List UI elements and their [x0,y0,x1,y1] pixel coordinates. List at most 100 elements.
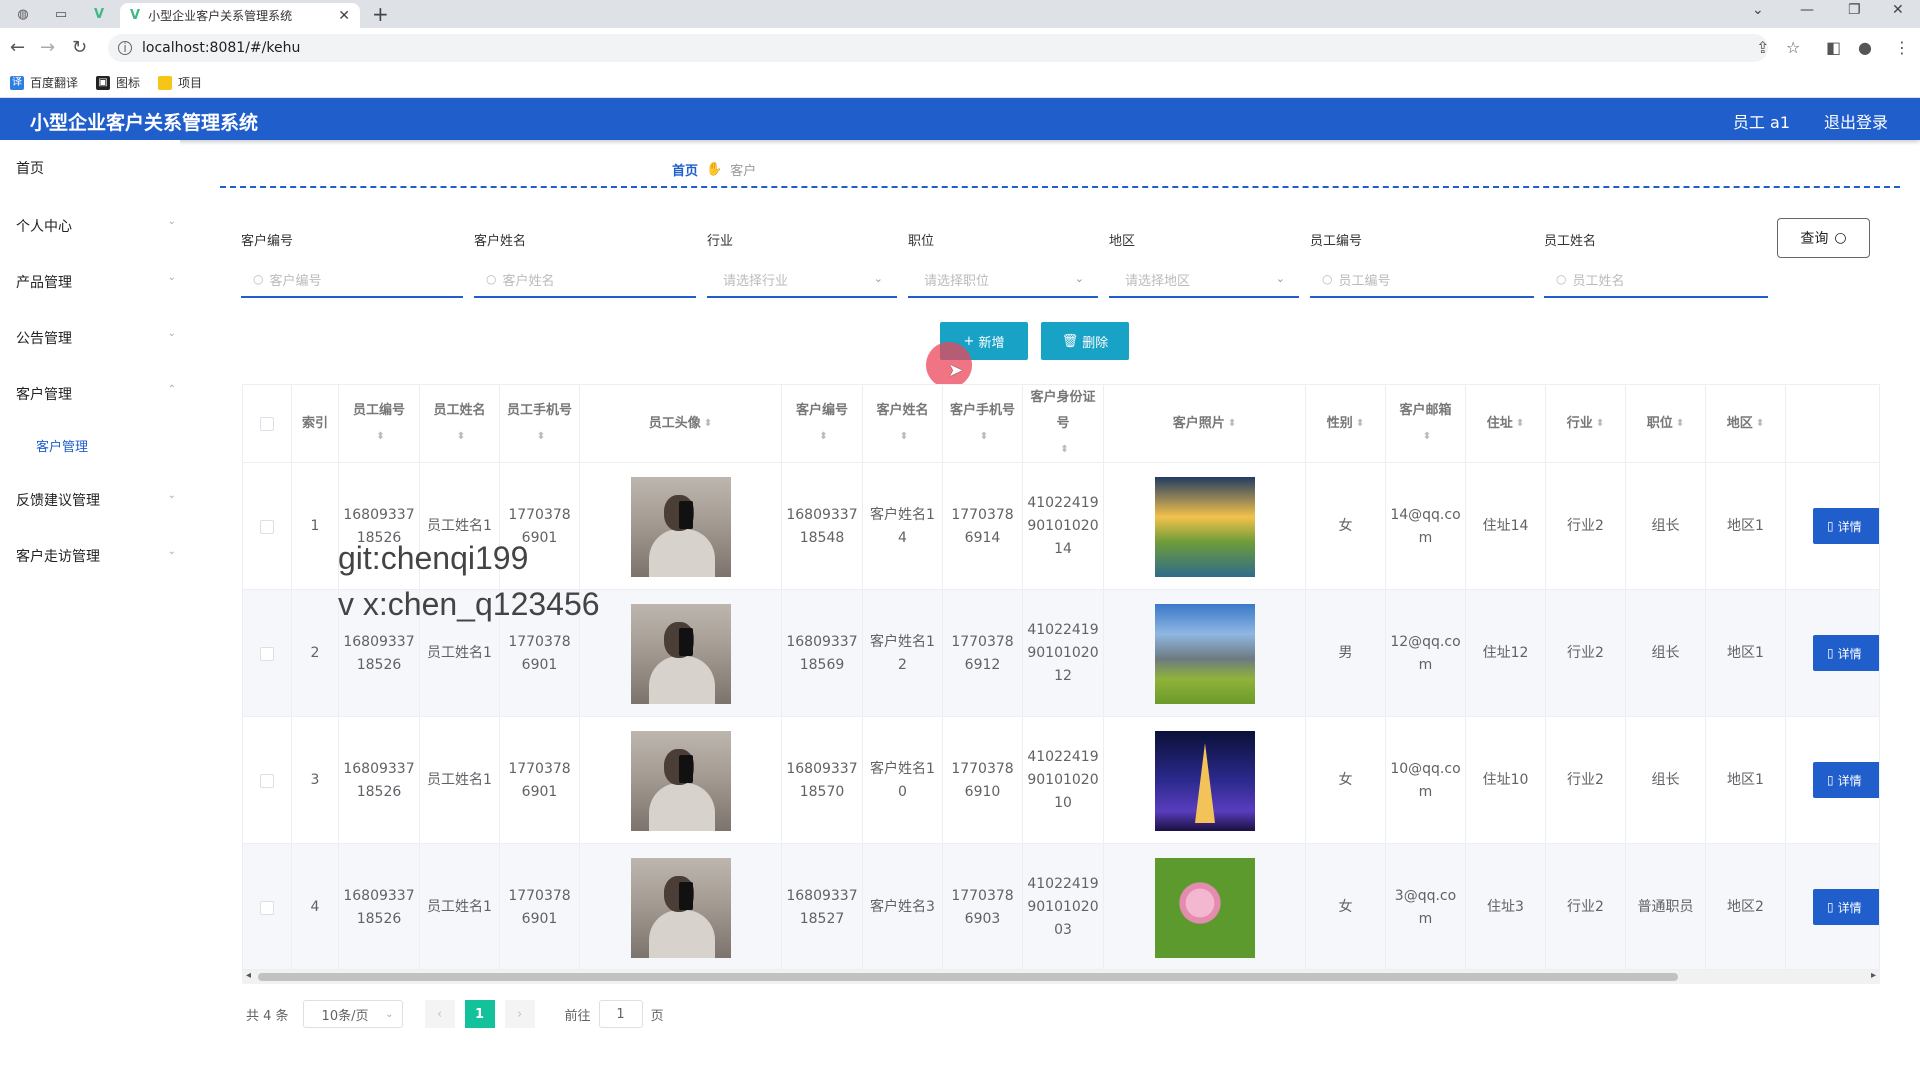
position-select[interactable]: 请选择职位 ⌄ [908,262,1098,298]
forward-icon[interactable]: → [40,37,55,58]
bookmark-icons[interactable]: ▣ 图标 [96,74,140,91]
checkbox[interactable] [260,417,274,431]
close-tab-icon[interactable]: ✕ [338,8,350,24]
employee-avatar[interactable] [630,476,731,577]
header-position[interactable]: 职位 ⬍ [1626,385,1706,463]
prev-page-button[interactable]: ‹ [424,1000,455,1028]
row-select[interactable] [243,717,292,844]
share-icon[interactable]: ⇪ [1756,38,1769,57]
page-number[interactable]: 1 [464,1000,495,1028]
header-region[interactable]: 地区 ⬍ [1706,385,1786,463]
sort-icon[interactable]: ⬍ [1228,411,1236,437]
query-button[interactable]: 查询 ○ [1777,218,1870,258]
sidebar-item-feedback[interactable]: 反馈建议管理 ⌄ [16,490,176,510]
sidebar-item-notices[interactable]: 公告管理 ⌄ [16,328,176,348]
page-size-select[interactable]: 10条/页 ⌄ [302,1000,403,1028]
url-field[interactable]: i localhost:8081/#/kehu [108,34,1768,62]
sort-icon[interactable]: ⬍ [1356,411,1364,437]
bookmark-projects[interactable]: 项目 [158,74,202,91]
blank-tab[interactable]: ▭ [46,3,76,25]
region-select[interactable]: 请选择地区 ⌄ [1109,262,1299,298]
customer-name-input[interactable]: ○ 客户姓名 [474,262,696,298]
detail-button[interactable]: ▯ 详情 [1813,508,1879,544]
header-cust-name[interactable]: 客户姓名 ⬍ [863,385,943,463]
active-tab[interactable]: V 小型企业客户关系管理系统 ✕ [120,3,360,28]
header-industry[interactable]: 行业 ⬍ [1546,385,1626,463]
scroll-right-icon[interactable]: ▸ [1871,970,1876,981]
sort-icon[interactable]: ⬍ [1756,411,1764,437]
restore-icon[interactable]: ❐ [1848,2,1861,18]
header-cust-no[interactable]: 客户编号 ⬍ [782,385,863,463]
header-cust-phone[interactable]: 客户手机号 ⬍ [943,385,1023,463]
checkbox[interactable] [260,646,274,661]
sort-icon[interactable]: ⬍ [537,424,545,450]
sort-icon[interactable]: ⬍ [1516,411,1524,437]
back-icon[interactable]: ← [10,37,25,58]
header-emp-phone[interactable]: 员工手机号 ⬍ [500,385,580,463]
employee-avatar[interactable] [630,857,731,958]
sort-icon[interactable]: ⬍ [376,424,384,450]
sort-icon[interactable]: ⬍ [819,424,827,450]
header-cust-id[interactable]: 客户身份证号 ⬍ [1023,385,1104,463]
window-close-icon[interactable]: ✕ [1892,2,1904,18]
sidebar-item-home[interactable]: 首页 [16,158,176,178]
tab-search-icon[interactable]: ⌄ [1752,2,1764,18]
employee-name-input[interactable]: ○ 员工姓名 [1544,262,1768,298]
sort-icon[interactable]: ⬍ [1676,411,1684,437]
delete-button[interactable]: 🗑 删除 [1041,322,1129,360]
sort-icon[interactable]: ⬍ [980,424,988,450]
new-tab-button[interactable]: + [372,3,389,25]
breadcrumb-home[interactable]: 首页 [672,160,698,179]
industry-select[interactable]: 请选择行业 ⌄ [707,262,897,298]
minimize-icon[interactable]: — [1800,2,1814,18]
sort-icon[interactable]: ⬍ [457,424,465,450]
info-icon[interactable]: i [118,41,132,55]
menu-dots-icon[interactable]: ⋮ [1894,38,1910,57]
bookmark-star-icon[interactable]: ☆ [1786,38,1800,57]
header-gender[interactable]: 性别 ⬍ [1306,385,1386,463]
customer-photo[interactable] [1154,730,1255,831]
row-select[interactable] [243,844,292,969]
header-cust-photo[interactable]: 客户照片 ⬍ [1104,385,1306,463]
customer-no-input[interactable]: ○ 客户编号 [241,262,463,298]
employee-no-input[interactable]: ○ 员工编号 [1310,262,1534,298]
customer-photo[interactable] [1154,476,1255,577]
detail-button[interactable]: ▯ 详情 [1813,889,1879,925]
header-address[interactable]: 住址 ⬍ [1466,385,1546,463]
sort-icon[interactable]: ⬍ [900,424,908,450]
bookmark-baidu-translate[interactable]: 译 百度翻译 [10,74,78,91]
sidebar-subitem-customer-management[interactable]: 客户管理 [36,436,88,455]
header-emp-name[interactable]: 员工姓名 ⬍ [420,385,500,463]
scroll-left-icon[interactable]: ◂ [246,970,251,981]
sidebar-item-visits[interactable]: 客户走访管理 ⌄ [16,546,176,566]
header-emp-avatar[interactable]: 员工头像 ⬍ [580,385,782,463]
sort-icon[interactable]: ⬍ [1596,411,1604,437]
row-select[interactable] [243,463,292,590]
reload-icon[interactable]: ↻ [72,37,87,58]
sidebar-item-profile[interactable]: 个人中心 ⌄ [16,216,176,236]
horizontal-scrollbar[interactable]: ◂ ▸ [242,970,1880,984]
checkbox[interactable] [260,773,274,788]
vue-tab-icon[interactable]: V [84,3,114,25]
sort-icon[interactable]: ⬍ [1060,437,1068,463]
sort-icon[interactable]: ⬍ [704,411,712,437]
customer-photo[interactable] [1154,603,1255,704]
sidebar-item-products[interactable]: 产品管理 ⌄ [16,272,176,292]
row-select[interactable] [243,590,292,717]
detail-button[interactable]: ▯ 详情 [1813,635,1879,671]
header-email[interactable]: 客户邮箱 ⬍ [1386,385,1466,463]
employee-avatar[interactable] [630,603,731,704]
employee-avatar[interactable] [630,730,731,831]
detail-button[interactable]: ▯ 详情 [1813,762,1879,798]
header-select-all[interactable] [243,385,292,463]
checkbox[interactable] [260,519,274,534]
scroll-thumb[interactable] [258,973,1678,981]
goto-page-input[interactable]: 1 [598,1000,643,1028]
side-panel-icon[interactable]: ◧ [1826,38,1841,57]
sidebar-item-customers[interactable]: 客户管理 ⌃ [16,384,176,404]
customer-photo[interactable] [1154,857,1255,958]
next-page-button[interactable]: › [504,1000,535,1028]
sort-icon[interactable]: ⬍ [1423,424,1431,450]
logout-link[interactable]: 退出登录 [1824,109,1888,133]
header-emp-no[interactable]: 员工编号 ⬍ [339,385,420,463]
